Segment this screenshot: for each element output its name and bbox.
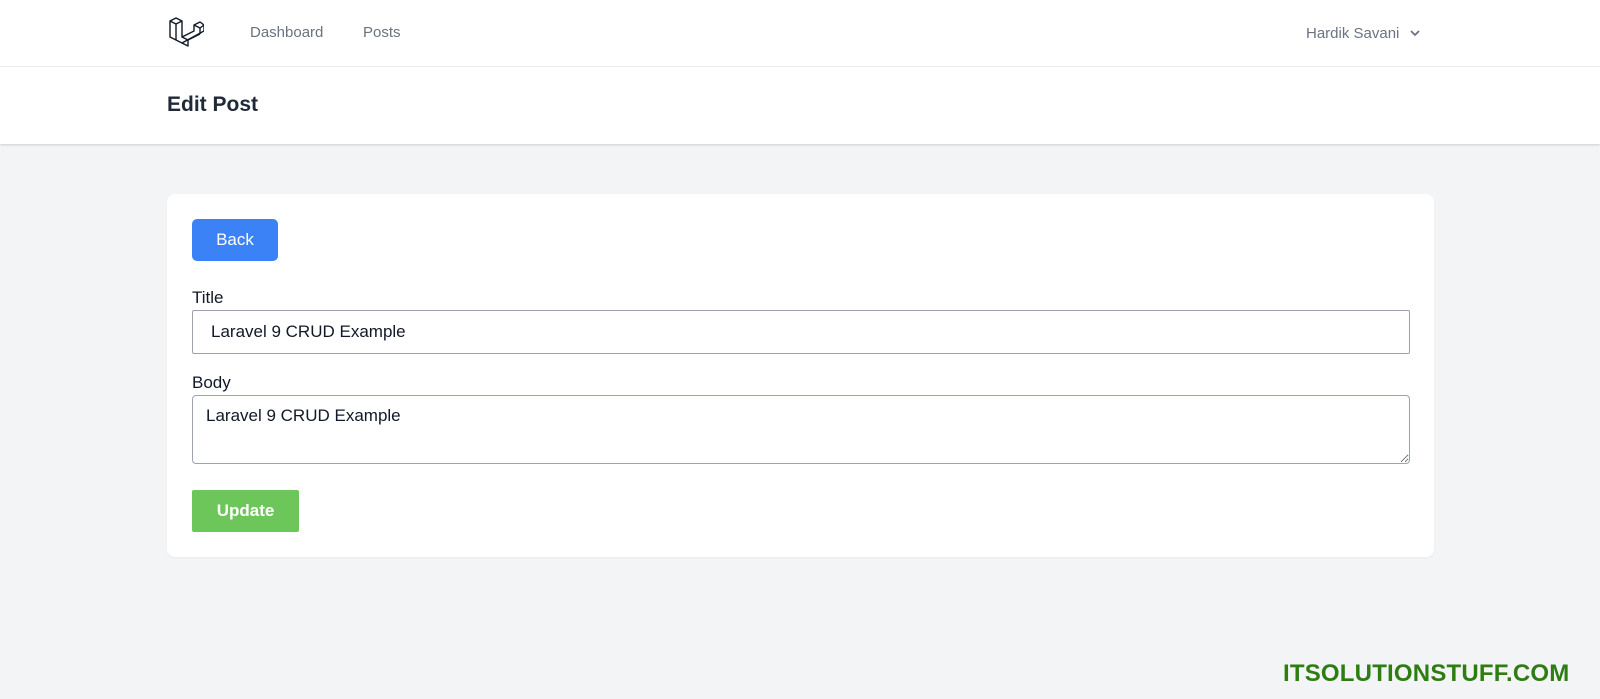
update-button[interactable]: Update [192, 490, 299, 532]
laravel-logo-icon[interactable] [168, 15, 204, 51]
top-navigation: Dashboard Posts Hardik Savani [0, 0, 1600, 67]
chevron-down-icon [1410, 30, 1420, 36]
page-title: Edit Post [167, 93, 259, 116]
site-watermark: ITSOLUTIONSTUFF.COM [1283, 660, 1570, 687]
body-label: Body [192, 373, 231, 392]
back-button[interactable]: Back [192, 219, 278, 261]
user-name: Hardik Savani [1306, 24, 1400, 42]
edit-post-card: Back Title Body Laravel 9 CRUD Example U… [167, 194, 1434, 557]
title-label: Title [192, 288, 224, 307]
body-textarea[interactable]: Laravel 9 CRUD Example [192, 395, 1410, 464]
user-menu-dropdown[interactable]: Hardik Savani [1306, 22, 1421, 44]
nav-link-dashboard[interactable]: Dashboard [250, 24, 323, 42]
page-header: Edit Post [0, 67, 1600, 144]
title-input[interactable] [192, 310, 1410, 354]
nav-link-posts[interactable]: Posts [363, 24, 401, 42]
